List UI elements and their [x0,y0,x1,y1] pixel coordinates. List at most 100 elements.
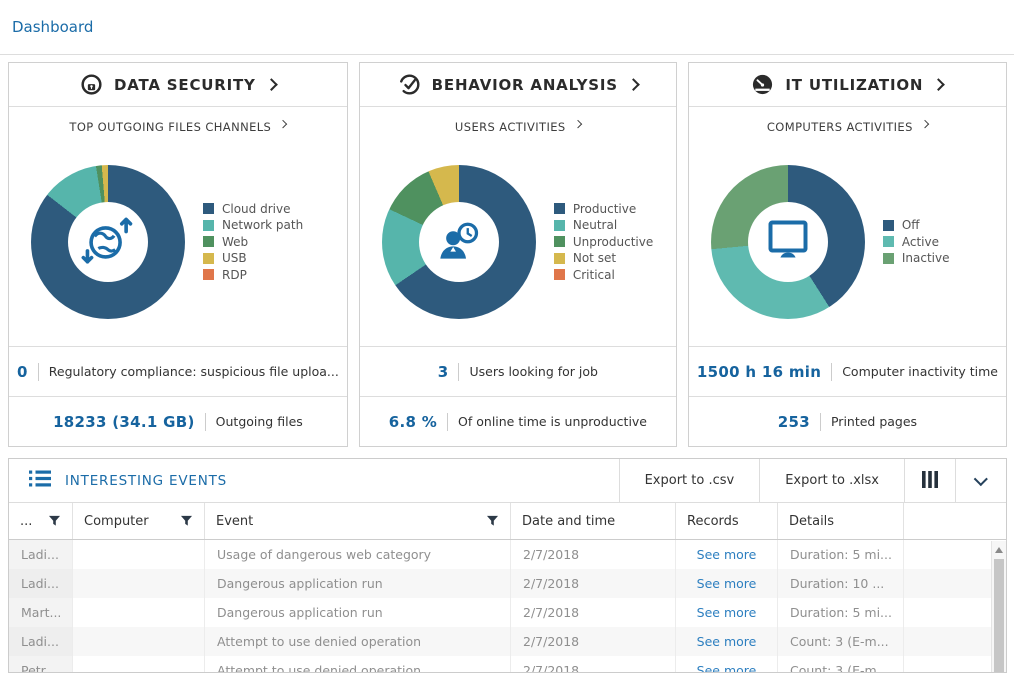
cell-computer [73,656,205,672]
column-chooser-button[interactable] [904,459,955,502]
stat-label: Printed pages [830,414,918,429]
export-csv-button[interactable]: Export to .csv [618,459,760,502]
see-more-link[interactable]: See more [697,576,757,591]
legend-item: RDP [203,268,303,282]
behavior-analysis-header[interactable]: BEHAVIOR ANALYSIS [359,63,676,107]
see-more-link[interactable]: See more [697,547,757,562]
legend-item: Unproductive [553,234,654,249]
card-subtitle: TOP OUTGOING FILES CHANNELS [69,120,272,134]
column-label: Records [687,513,739,529]
scroll-up-button[interactable] [992,541,1006,558]
column-label: Computer [84,513,149,529]
collapse-button[interactable] [955,459,1006,502]
vertical-scrollbar[interactable] [991,541,1006,672]
stat-label: Regulatory compliance: suspicious file u… [48,364,339,379]
cell-user: Mart... [9,598,73,627]
donut-hole [747,201,828,282]
computers-activities-link[interactable]: COMPUTERS ACTIVITIES [689,107,1006,137]
filter-icon[interactable] [486,515,499,527]
legend-item: Neutral [553,218,653,232]
legend-item: Off [882,218,950,232]
cell-event: Usage of dangerous web category [205,540,511,569]
globe-transfer-icon [79,211,137,273]
legend-swatch [882,219,894,231]
cell-details: Duration: 5 mi... [778,540,904,569]
legend-item: Web [203,235,303,249]
columns-icon [921,470,939,491]
top-outgoing-files-link[interactable]: TOP OUTGOING FILES CHANNELS [9,107,347,137]
chevron-right-icon [264,78,278,92]
column-header-event[interactable]: Event [205,503,511,539]
lock-circle-icon [80,73,103,96]
legend-swatch [203,252,214,264]
chevron-right-icon [920,119,930,129]
filter-icon[interactable] [48,515,61,527]
see-more-link[interactable]: See more [697,663,757,672]
column-header-details[interactable]: Details [778,503,904,539]
divider [447,412,449,431]
legend-swatch [203,203,214,214]
legend-label: Unproductive [572,234,654,249]
cell-computer [73,598,205,627]
stat-value: 18233 (34.1 GB) [53,412,195,431]
donut-hole [68,201,148,282]
summary-cards: DATA SECURITY TOP OUTGOING FILES CHANNEL… [0,55,1014,447]
export-xlsx-button[interactable]: Export to .xlsx [759,459,904,502]
card-title: IT UTILIZATION [785,75,924,94]
scrollbar-thumb[interactable] [994,559,1004,672]
events-body: Ladi... Usage of dangerous web category 2/… [9,540,1006,672]
cell-user: Ladi... [9,540,73,569]
card-it-utilization: IT UTILIZATION COMPUTERS ACTIVITIES Off A… [687,62,1007,447]
legend-item: Productive [553,201,653,216]
legend-item: USB [203,251,303,265]
column-header-computer[interactable]: Computer [73,503,205,539]
see-more-link[interactable]: See more [697,605,757,620]
cell-user: Ladi... [9,569,73,598]
chevron-down-icon [974,471,988,486]
table-row: Petr... Attempt to use denied operation 2/… [9,656,1006,672]
stat-row: 3 Users looking for job [359,346,676,396]
legend-item: Network path [203,218,303,232]
filter-icon[interactable] [180,515,193,527]
see-more-link[interactable]: See more [697,634,757,649]
column-header-blank[interactable]: ... [9,503,73,539]
card-behavior-analysis: BEHAVIOR ANALYSIS USERS ACTIVITIES Produ… [358,62,677,447]
cell-details: Duration: 10 ... [778,569,904,598]
user-clock-icon [431,212,487,272]
legend-label: RDP [222,267,247,282]
legend-label: Cloud drive [222,201,291,216]
breadcrumb[interactable]: Dashboard [12,18,93,36]
column-header-blank[interactable] [904,503,1006,539]
cell-event: Dangerous application run [205,598,511,627]
legend-label: Productive [572,201,637,216]
chevron-right-icon [932,78,946,92]
legend-label: Not set [572,251,617,265]
top-bar: Dashboard [0,0,1014,55]
legend-label: Neutral [572,218,618,232]
chart-legend: Cloud drive Network path Web USB RDP [203,199,303,284]
chart-legend: Off Active Inactive [882,216,950,268]
divider [37,362,39,381]
stat-label: Outgoing files [215,414,303,429]
cell-details: Count: 3 (E-m... [778,656,904,672]
chevron-right-icon [278,119,288,129]
legend-label: Web [222,234,249,249]
it-utilization-header[interactable]: IT UTILIZATION [688,63,1006,107]
computers-activities-donut [710,164,865,319]
interesting-events-panel: INTERESTING EVENTS Export to .csv Export… [8,458,1007,673]
legend-swatch [203,269,214,280]
users-activities-link[interactable]: USERS ACTIVITIES [360,107,676,137]
data-security-header[interactable]: DATA SECURITY [9,63,347,107]
events-title: INTERESTING EVENTS [65,472,228,489]
table-row: Mart... Dangerous application run 2/7/2018… [9,598,1006,627]
events-header-bar: INTERESTING EVENTS Export to .csv Export… [9,459,1006,503]
legend-swatch [882,236,894,247]
cell-date: 2/7/2018 [511,598,676,627]
cell-records: See more [676,656,778,672]
column-header-records[interactable]: Records [676,503,778,539]
column-header-date-and-time[interactable]: Date and time [511,503,676,539]
events-header-row: ... Computer Event Date and time Records Deta… [9,503,1006,540]
table-row: Ladi... Attempt to use denied operation 2/… [9,627,1006,656]
stat-label: Of online time is unproductive [458,414,648,429]
stat-row: 1500 h 16 min Computer inactivity time [688,346,1006,396]
